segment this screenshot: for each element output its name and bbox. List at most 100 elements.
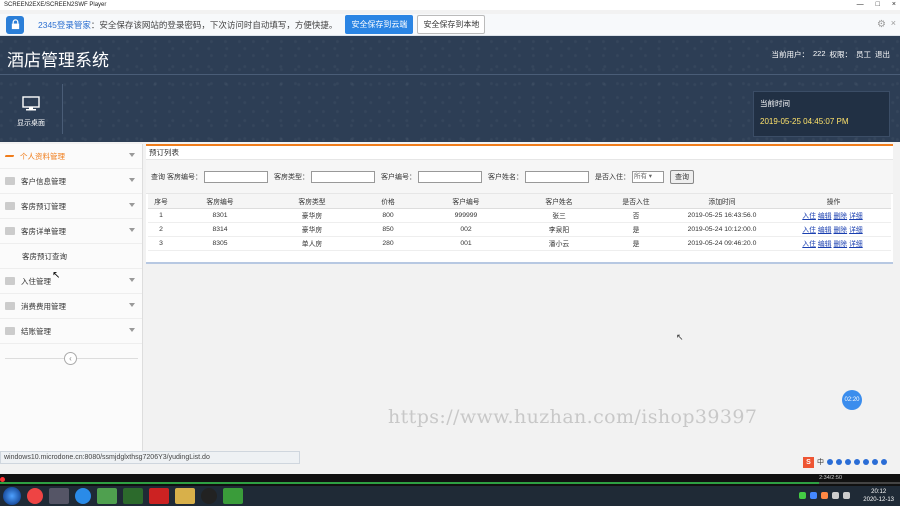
sidebar-collapse-button[interactable]: ‹ (64, 352, 77, 365)
monitor-icon (22, 96, 40, 111)
column-header: 客房类型 (266, 194, 358, 209)
recorder-icon[interactable] (223, 488, 243, 504)
table-cell: 8305 (174, 236, 266, 251)
header-separator (62, 84, 63, 134)
minimize-icon[interactable]: — (857, 0, 864, 10)
tray-icon[interactable] (821, 492, 828, 499)
column-header: 序号 (148, 194, 174, 209)
chrome-icon[interactable] (27, 488, 43, 504)
gear-icon[interactable]: ⚙ (877, 19, 886, 30)
table-cell: 2019-05-24 10:12:00.0 (668, 222, 776, 237)
chevron-down-icon (129, 278, 135, 282)
delete-link[interactable]: 删除 (834, 227, 848, 234)
sidebar-item-label: 入住管理 (21, 276, 51, 286)
app-icon[interactable] (49, 488, 69, 504)
table-cell: 8301 (174, 208, 266, 223)
tray-icon[interactable] (810, 492, 817, 499)
details-link[interactable]: 详细 (849, 241, 863, 248)
sogou-ime-icon[interactable]: S (803, 456, 814, 468)
password-bar-text: ：安全保存该网站的登录密码，下次访问时自动填写，方便快捷。 (90, 19, 338, 30)
sidebar-subitem-booking-query[interactable]: 客房预订查询 (0, 244, 142, 269)
edit-link[interactable]: 编辑 (818, 213, 832, 220)
ime-option-icon[interactable] (836, 459, 842, 465)
edit-link[interactable]: 编辑 (818, 227, 832, 234)
sidebar-item-checkin[interactable]: 入住管理 (0, 269, 142, 294)
logout-link[interactable]: 退出 (875, 49, 890, 60)
progress-fill (0, 482, 819, 484)
checkin-link[interactable]: 入住 (802, 241, 816, 248)
customer-no-label: 客户编号： (381, 173, 416, 181)
save-to-cloud-button[interactable]: 安全保存到云端 (345, 15, 414, 34)
player-progress-bar[interactable]: 2:34/2:50 (0, 474, 900, 486)
sidebar-item-label: 客房预订管理 (21, 201, 66, 211)
start-button-icon[interactable] (3, 487, 21, 505)
row-actions: 入住 编辑 删除 详细 (776, 208, 891, 223)
save-to-local-button[interactable]: 安全保存到本地 (417, 15, 486, 34)
microphone-icon[interactable] (845, 459, 851, 465)
chevron-down-icon (129, 203, 135, 207)
sidebar-item-profile[interactable]: 个人资料管理 (0, 144, 142, 169)
checkin-label: 是否入住： (595, 173, 630, 181)
show-desktop-shortcut[interactable]: 显示桌面 (10, 94, 52, 138)
table-cell: 800 (358, 208, 418, 223)
checkin-link[interactable]: 入住 (802, 227, 816, 234)
ime-option-icon[interactable] (872, 459, 878, 465)
table-cell: 单人房 (266, 236, 358, 251)
pencil-icon (5, 302, 15, 310)
current-time-value: 2019-05-25 04:45:07 PM (760, 117, 849, 126)
app-icon[interactable] (97, 488, 117, 504)
delete-link[interactable]: 删除 (834, 241, 848, 248)
qq-icon[interactable] (201, 488, 217, 504)
booking-panel: 预订列表 查询 客房编号： 客房类型： 客户编号： 客户姓名： 是否入住： 所有… (146, 144, 893, 262)
row-actions: 入住 编辑 删除 详细 (776, 236, 891, 251)
excel-icon[interactable] (123, 488, 143, 504)
customer-no-input[interactable] (418, 170, 482, 183)
ime-option-icon[interactable] (881, 459, 887, 465)
folder-icon (5, 277, 15, 285)
recording-timer-badge[interactable]: 02:20 (842, 390, 862, 410)
table-cell: 李泉阳 (514, 222, 604, 237)
checkin-link[interactable]: 入住 (802, 213, 816, 220)
browser-icon[interactable] (75, 488, 91, 504)
customer-name-input[interactable] (525, 170, 589, 183)
volume-icon[interactable] (832, 492, 839, 499)
sidebar-item-label: 客房预订查询 (22, 251, 67, 261)
room-no-input[interactable] (204, 170, 268, 183)
maximize-icon[interactable]: □ (876, 0, 880, 10)
edit-link[interactable]: 编辑 (818, 241, 832, 248)
ime-toolbar[interactable]: S 中 (803, 456, 887, 468)
sidebar-item-checkout[interactable]: 结账管理 (0, 319, 142, 344)
folder-icon[interactable] (175, 488, 195, 504)
tray-icon[interactable] (799, 492, 806, 499)
ime-mode[interactable]: 中 (817, 457, 824, 467)
sidebar-item-room-booking[interactable]: 客房预订管理 (0, 194, 142, 219)
flash-icon[interactable] (149, 488, 169, 504)
sidebar-item-label: 客房详单管理 (21, 226, 66, 236)
clock-time: 20:12 (871, 489, 887, 495)
password-bar-close-icon[interactable]: × (891, 18, 896, 28)
customer-name-label: 客户姓名： (488, 173, 523, 181)
ime-option-icon[interactable] (863, 459, 869, 465)
ime-option-icon[interactable] (827, 459, 833, 465)
sidebar-item-expenses[interactable]: 消费费用管理 (0, 294, 142, 319)
details-link[interactable]: 详细 (849, 213, 863, 220)
clock[interactable]: 20:12 2020-12-13 (863, 488, 894, 504)
chevron-down-icon (129, 178, 135, 182)
sidebar-item-customers[interactable]: 客户信息管理 (0, 169, 142, 194)
checkin-select[interactable]: 所有 ▾ (632, 170, 664, 183)
network-icon[interactable] (843, 492, 850, 499)
close-icon[interactable]: × (892, 0, 896, 10)
header-divider (0, 74, 900, 75)
delete-link[interactable]: 删除 (834, 213, 848, 220)
column-header: 价格 (358, 194, 418, 209)
chevron-down-icon (129, 153, 135, 157)
user-id: 222 (812, 49, 826, 58)
player-title-bar: SCREEN2EXE/SCREEN2SWF Player (0, 0, 900, 10)
room-type-input[interactable] (311, 170, 375, 183)
keyboard-icon[interactable] (854, 459, 860, 465)
password-bar-message: 2345登录管家：安全保存该网站的登录密码，下次访问时自动填写，方便快捷。 (38, 19, 337, 31)
details-link[interactable]: 详细 (849, 227, 863, 234)
query-button[interactable]: 查询 (670, 169, 694, 184)
sidebar-item-room-details[interactable]: 客房详单管理 (0, 219, 142, 244)
table-cell: 999999 (418, 208, 514, 223)
